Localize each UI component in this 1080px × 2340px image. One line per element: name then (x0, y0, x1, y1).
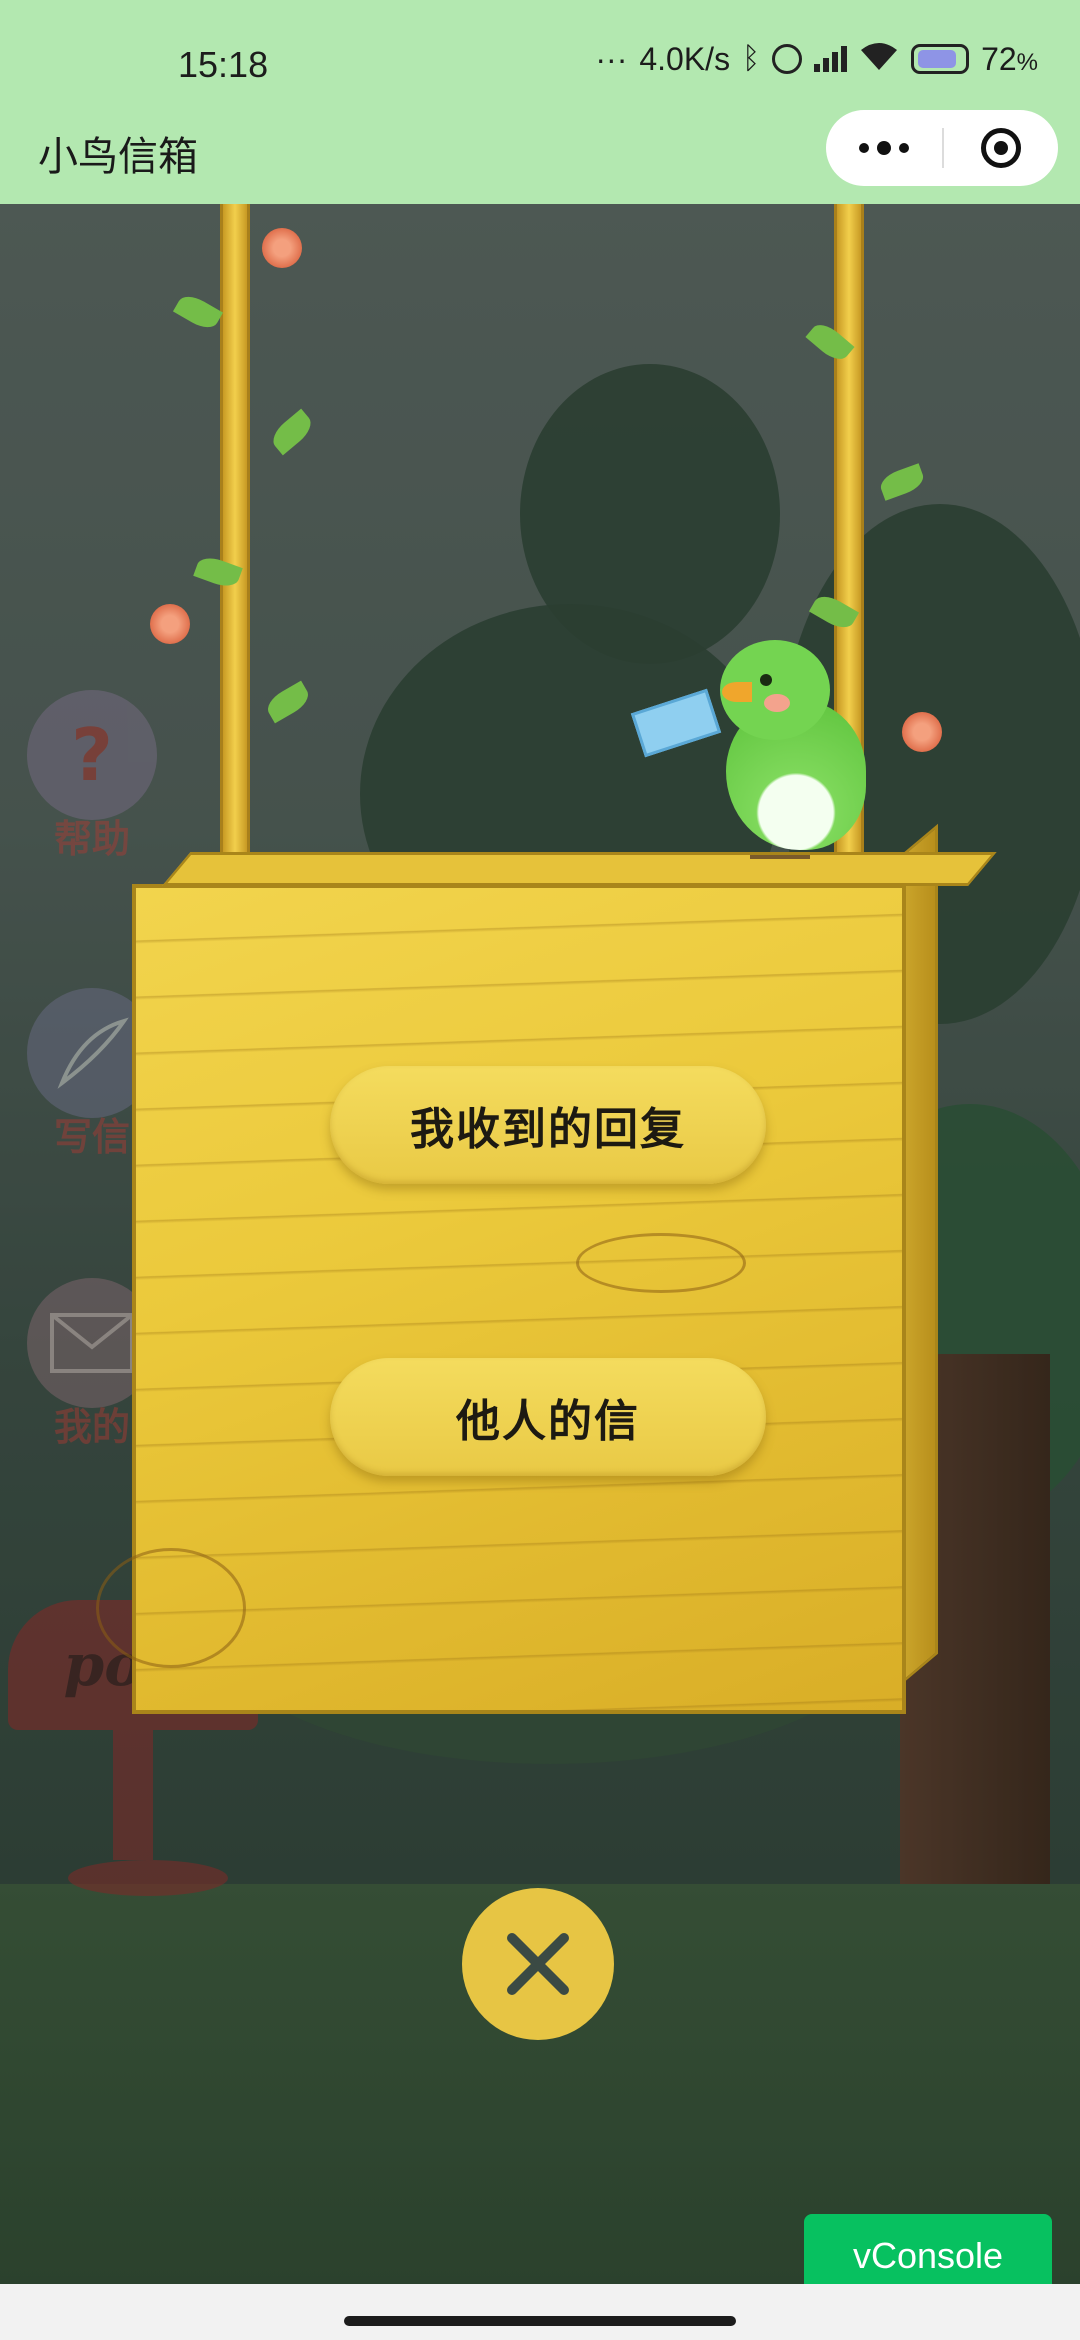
status-indicators: ··· 4.0K/s ᛒ 72% (595, 40, 1038, 78)
wood-knot (96, 1548, 246, 1668)
bird-head (720, 640, 830, 740)
battery-level: 72% (981, 41, 1038, 78)
title-bar: 小鸟信箱 (0, 110, 1080, 204)
flower (150, 604, 190, 644)
status-dots: ··· (595, 40, 628, 77)
close-miniprogram-icon[interactable] (944, 110, 1058, 186)
bird-cheek (764, 694, 790, 712)
side-item-label: 帮助 (53, 817, 130, 861)
wooden-sign (96, 823, 997, 1716)
bird-mascot (630, 640, 890, 870)
side-item-label: 我的 (53, 1405, 130, 1449)
flower (902, 712, 942, 752)
help-icon: ? (27, 690, 157, 820)
bird-eye (760, 674, 772, 686)
more-icon[interactable] (826, 110, 942, 186)
miniprogram-capsule (826, 110, 1058, 186)
others-letters-button[interactable]: 他人的信 (330, 1358, 766, 1476)
bird-feet (750, 845, 810, 859)
home-indicator[interactable] (344, 2316, 736, 2326)
status-bar: 15:18 ··· 4.0K/s ᛒ 72% (0, 0, 1080, 110)
flower (262, 228, 302, 268)
close-button[interactable] (462, 1888, 614, 2040)
signal-icon (814, 46, 848, 72)
bird-beak (722, 682, 752, 702)
close-icon (507, 1933, 569, 1995)
alarm-icon (772, 44, 803, 74)
side-item-help: ? 帮助 (22, 690, 162, 863)
received-replies-button[interactable]: 我收到的回复 (330, 1066, 766, 1184)
status-time: 15:18 (178, 44, 269, 85)
wood-knot (576, 1233, 746, 1293)
wooden-sign-side (902, 823, 938, 1684)
page-title: 小鸟信箱 (38, 134, 198, 180)
rope-left (220, 204, 250, 864)
battery-icon (911, 44, 970, 74)
battery-unit: % (1016, 48, 1038, 76)
wifi-icon (859, 40, 899, 78)
network-speed: 4.0K/s (639, 40, 731, 77)
post-box-pole (113, 1730, 153, 1860)
battery-percent: 72 (981, 40, 1017, 77)
post-box-base (68, 1860, 228, 1896)
wooden-sign-face (96, 884, 906, 1714)
system-nav-bar (0, 2284, 1080, 2340)
side-item-label: 写信 (53, 1115, 130, 1159)
bluetooth-icon: ᛒ (742, 42, 761, 75)
